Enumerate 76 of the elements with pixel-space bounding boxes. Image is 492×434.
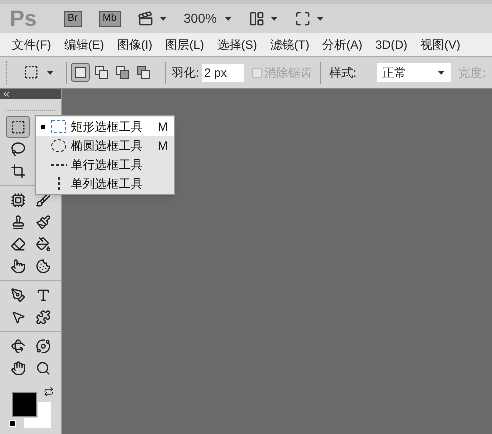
screen-mode-icon <box>295 10 312 26</box>
launch-button[interactable]: Br <box>64 10 82 26</box>
zoom-dropdown[interactable]: 300% <box>184 8 232 28</box>
lasso-icon <box>10 142 26 157</box>
orbit-icon <box>36 338 51 354</box>
shortcut-key: M <box>158 136 168 154</box>
menu-item[interactable]: 分析(A) <box>322 36 363 54</box>
selection-mode-button[interactable] <box>71 63 90 82</box>
hand-icon <box>10 360 26 376</box>
caret-icon <box>271 16 278 20</box>
tool-button[interactable] <box>6 116 30 138</box>
menu-item[interactable]: 文件(F) <box>12 36 52 54</box>
caret-icon <box>317 16 324 20</box>
launch-button[interactable]: Mb <box>98 10 121 26</box>
selection-mode-icon <box>136 66 150 80</box>
menu-item[interactable]: 滤镜(T) <box>270 36 310 54</box>
chip-icon <box>10 192 26 208</box>
caret-icon <box>47 70 54 74</box>
menu-item[interactable]: 图层(L) <box>166 36 204 54</box>
tool-name: 椭圆选框工具 <box>71 138 144 154</box>
tool-name: 单行选框工具 <box>71 156 144 174</box>
selection-mode-icon <box>74 66 88 80</box>
menu-item[interactable]: 编辑(E) <box>64 36 104 54</box>
screen-mode-button[interactable] <box>295 10 324 26</box>
rect-marquee-icon <box>50 118 68 134</box>
panel-grip[interactable] <box>6 108 55 112</box>
sponge-icon <box>36 258 51 274</box>
swap-colors-icon[interactable] <box>44 387 54 398</box>
marquee-icon <box>24 65 39 80</box>
tool-name: 矩形选框工具 <box>71 118 144 136</box>
feather-label: 羽化: <box>172 64 200 82</box>
tool-preset-picker[interactable] <box>24 65 54 80</box>
rotate-3d-icon <box>10 338 26 354</box>
stamp-icon <box>10 214 26 230</box>
flyout-item[interactable]: 椭圆选框工具 M <box>36 136 174 155</box>
tool-name: 单列选框工具 <box>71 176 144 192</box>
brush-icon <box>36 192 51 208</box>
caret-icon <box>438 70 445 74</box>
paintbrush-icon <box>36 214 51 230</box>
menu-item[interactable]: 图像(I) <box>117 36 153 54</box>
selection-mode-icon <box>116 66 130 80</box>
crop-icon <box>10 164 26 179</box>
arrange-button[interactable] <box>249 10 278 26</box>
view-extras-button[interactable] <box>138 10 167 26</box>
eraser-icon <box>10 236 26 252</box>
paint-bucket-icon <box>36 236 51 252</box>
ellipse-marquee-icon <box>50 138 68 154</box>
puzzle-shape-icon <box>36 310 51 325</box>
shortcut-key: M <box>158 118 168 136</box>
marquee-icon <box>10 120 26 135</box>
menu-item[interactable]: 选择(S) <box>217 36 258 54</box>
background-color-swatch[interactable] <box>38 402 51 428</box>
background-color-swatch[interactable] <box>24 418 38 428</box>
style-dropdown[interactable]: 正常 <box>376 63 451 82</box>
style-label: 样式: <box>329 64 357 82</box>
finger-icon <box>10 258 26 274</box>
type-icon <box>36 288 51 303</box>
flyout-item[interactable]: 单行选框工具 <box>36 155 174 174</box>
feather-input[interactable]: 2 px <box>202 64 244 82</box>
flyout-item[interactable]: 矩形选框工具 M <box>36 117 174 136</box>
menu-item[interactable]: 3D(D) <box>376 36 408 54</box>
foreground-color-swatch[interactable] <box>12 392 37 418</box>
menu-item[interactable]: 视图(V) <box>420 36 461 54</box>
flyout-item[interactable]: 单列选框工具 <box>36 174 174 193</box>
selection-mode-icon <box>94 66 108 80</box>
app-logo: Ps <box>10 5 37 33</box>
current-tool-bullet-icon <box>41 124 45 128</box>
arrow-pointer-icon <box>10 310 26 325</box>
pen-icon <box>10 288 26 303</box>
magnifier-icon <box>36 360 51 376</box>
layout-icon <box>249 10 266 26</box>
film-icon <box>138 10 154 26</box>
caret-icon <box>225 16 232 20</box>
collapse-icon <box>2 90 11 99</box>
default-colors-icon[interactable] <box>9 420 16 428</box>
caret-icon <box>160 16 167 20</box>
